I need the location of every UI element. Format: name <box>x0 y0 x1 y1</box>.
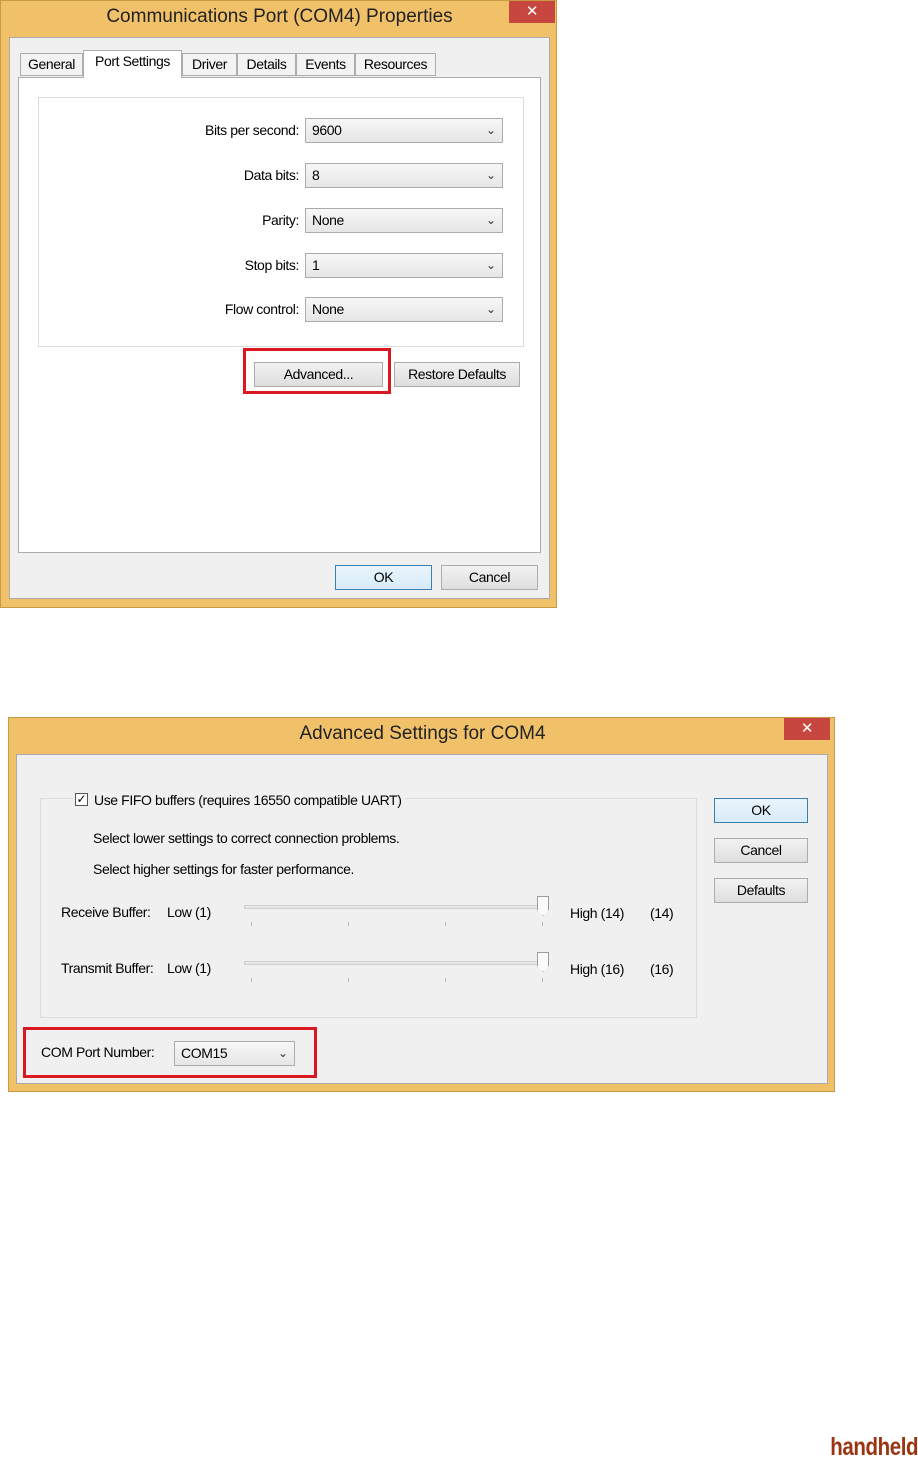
tab-port-settings[interactable]: Port Settings <box>83 50 182 78</box>
stop-bits-value: 1 <box>312 257 320 273</box>
advanced-titlebar[interactable]: Advanced Settings for COM4 ✕ <box>9 718 834 754</box>
advanced-title: Advanced Settings for COM4 <box>299 723 546 744</box>
transmit-slider-tick <box>251 978 252 982</box>
hint-higher-text: Select higher settings for faster perfor… <box>93 861 354 877</box>
close-icon: ✕ <box>800 720 814 737</box>
data-bits-label: Data bits: <box>243 167 300 183</box>
transmit-slider-tick <box>542 978 543 982</box>
advanced-highlight-box <box>243 348 391 394</box>
properties-cancel-button[interactable]: Cancel <box>441 565 538 590</box>
chevron-down-icon: ⌄ <box>485 302 496 316</box>
brand-logo: handheld <box>830 1433 918 1461</box>
hint-lower-text: Select lower settings to correct connect… <box>93 830 400 846</box>
fifo-checkbox[interactable]: ✓ <box>75 793 88 806</box>
chevron-down-icon: ⌄ <box>485 123 496 137</box>
transmit-low-label: Low (1) <box>167 960 211 976</box>
properties-dialog: Communications Port (COM4) Properties ✕ … <box>0 0 557 608</box>
data-bits-select[interactable]: 8 ⌄ <box>305 163 503 188</box>
properties-ok-button[interactable]: OK <box>335 565 432 590</box>
receive-low-label: Low (1) <box>167 904 211 920</box>
parity-label: Parity: <box>262 212 299 228</box>
transmit-buffer-slider[interactable] <box>244 952 554 986</box>
advanced-cancel-button[interactable]: Cancel <box>714 838 808 863</box>
transmit-slider-track <box>244 961 546 965</box>
tab-details[interactable]: Details <box>237 53 296 76</box>
checkmark-icon: ✓ <box>76 792 87 806</box>
tab-driver[interactable]: Driver <box>182 53 237 76</box>
receive-high-label: High (14) <box>570 905 624 921</box>
receive-buffer-slider[interactable] <box>244 896 554 930</box>
com-port-highlight-box <box>23 1027 317 1078</box>
advanced-close-button[interactable]: ✕ <box>784 718 830 740</box>
bits-per-second-label: Bits per second: <box>205 122 299 138</box>
tab-general[interactable]: General <box>20 53 83 76</box>
receive-slider-tick <box>542 922 543 926</box>
fifo-label: Use FIFO buffers (requires 16550 compati… <box>94 792 402 808</box>
bits-per-second-value: 9600 <box>312 122 342 138</box>
transmit-high-label: High (16) <box>570 961 624 977</box>
chevron-down-icon: ⌄ <box>485 168 496 182</box>
parity-select[interactable]: None ⌄ <box>305 208 503 233</box>
advanced-defaults-button[interactable]: Defaults <box>714 878 808 903</box>
receive-value: (14) <box>650 905 674 921</box>
transmit-buffer-label: Transmit Buffer: <box>61 960 154 976</box>
properties-titlebar[interactable]: Communications Port (COM4) Properties ✕ <box>1 1 556 37</box>
flow-control-value: None <box>312 301 344 317</box>
restore-defaults-button[interactable]: Restore Defaults <box>394 362 520 387</box>
receive-slider-tick <box>445 922 446 926</box>
receive-buffer-label: Receive Buffer: <box>61 904 151 920</box>
transmit-slider-thumb[interactable] <box>537 952 549 972</box>
chevron-down-icon: ⌄ <box>485 258 496 272</box>
chevron-down-icon: ⌄ <box>485 213 496 227</box>
flow-control-select[interactable]: None ⌄ <box>305 297 503 322</box>
flow-control-label: Flow control: <box>224 301 300 317</box>
close-icon: ✕ <box>525 3 539 20</box>
stop-bits-select[interactable]: 1 ⌄ <box>305 253 503 278</box>
transmit-value: (16) <box>650 961 674 977</box>
receive-slider-tick <box>251 922 252 926</box>
transmit-slider-tick <box>445 978 446 982</box>
transmit-slider-tick <box>348 978 349 982</box>
advanced-ok-button[interactable]: OK <box>714 798 808 823</box>
properties-close-button[interactable]: ✕ <box>509 1 555 23</box>
bits-per-second-select[interactable]: 9600 ⌄ <box>305 118 503 143</box>
parity-value: None <box>312 212 344 228</box>
receive-slider-track <box>244 905 546 909</box>
stop-bits-label: Stop bits: <box>244 257 300 273</box>
receive-slider-thumb[interactable] <box>537 896 549 916</box>
advanced-dialog: Advanced Settings for COM4 ✕ ✓ Use FIFO … <box>8 717 835 1092</box>
data-bits-value: 8 <box>312 167 320 183</box>
receive-slider-tick <box>348 922 349 926</box>
tab-events[interactable]: Events <box>296 53 355 76</box>
tab-resources[interactable]: Resources <box>355 53 436 76</box>
fifo-checkbox-row[interactable]: ✓ Use FIFO buffers (requires 16550 compa… <box>73 791 406 809</box>
properties-title: Communications Port (COM4) Properties <box>106 6 453 27</box>
